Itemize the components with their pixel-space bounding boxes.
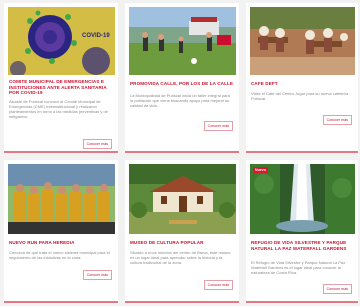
- news-card: CAFE DEFT Visite el Café del Centro Juga…: [246, 3, 358, 153]
- news-card: MUSEO DE CULTURA POPULAR Situado a unos …: [125, 160, 239, 303]
- card-title[interactable]: CAFE DEFT: [251, 81, 353, 87]
- card-title[interactable]: MUSEO DE CULTURA POPULAR: [130, 240, 234, 246]
- news-grid: COVID-19 COMITE MUNICIPAL DE EMERGENCIAS…: [0, 0, 360, 306]
- read-more-button[interactable]: Conocer más: [322, 284, 352, 294]
- group-photo-image[interactable]: [8, 164, 115, 234]
- card-title[interactable]: COMITE MUNICIPAL DE EMERGENCIAS E INSTIT…: [9, 79, 113, 96]
- read-more-button[interactable]: Conocer más: [82, 139, 112, 149]
- card-excerpt: Alcalde de Puriscal convocó al Comité Mu…: [9, 99, 108, 119]
- read-more-button[interactable]: Conocer más: [82, 270, 112, 280]
- waterfall-image[interactable]: Nuevo: [250, 164, 355, 234]
- card-excerpt: El Refugio de Vida Silvestre y Parque Na…: [251, 260, 346, 275]
- card-title[interactable]: NUEVO RUN PARA HEREDIA: [9, 240, 113, 246]
- card-title[interactable]: REFUGIO DE VIDA SILVESTRE Y PARQUE NATUR…: [251, 240, 353, 251]
- image-caption: COVID-19: [82, 33, 110, 39]
- read-more-button[interactable]: Conocer más: [203, 121, 233, 131]
- read-more-button[interactable]: Conocer más: [203, 280, 233, 290]
- card-excerpt: La Municipalidad de Puriscal inicia un t…: [130, 93, 230, 108]
- card-excerpt: Visite el Café del Centro Jugar para su …: [251, 91, 349, 101]
- card-title[interactable]: PROMOVIDA CALLE, POR LOS DE LA CALLE: [130, 81, 234, 87]
- news-card: COVID-19 COMITE MUNICIPAL DE EMERGENCIAS…: [4, 3, 118, 153]
- news-card: PROMOVIDA CALLE, POR LOS DE LA CALLE La …: [125, 3, 239, 153]
- cafe-image[interactable]: [250, 7, 355, 75]
- news-card: Nuevo REFUGIO DE VIDA SILVESTRE Y PARQUE…: [246, 160, 358, 303]
- card-excerpt: Situado a unos minutos del centro de Bar…: [130, 250, 231, 265]
- news-card: NUEVO RUN PARA HEREDIA Conozca de qué tr…: [4, 160, 118, 303]
- street-event-image[interactable]: [129, 7, 236, 75]
- covid-image[interactable]: COVID-19: [8, 7, 115, 75]
- museum-image[interactable]: [129, 164, 236, 234]
- card-excerpt: Conozca de qué trata el nuevo sistema mu…: [9, 250, 110, 260]
- new-badge: Nuevo: [253, 167, 268, 173]
- read-more-button[interactable]: Conocer más: [322, 115, 352, 125]
